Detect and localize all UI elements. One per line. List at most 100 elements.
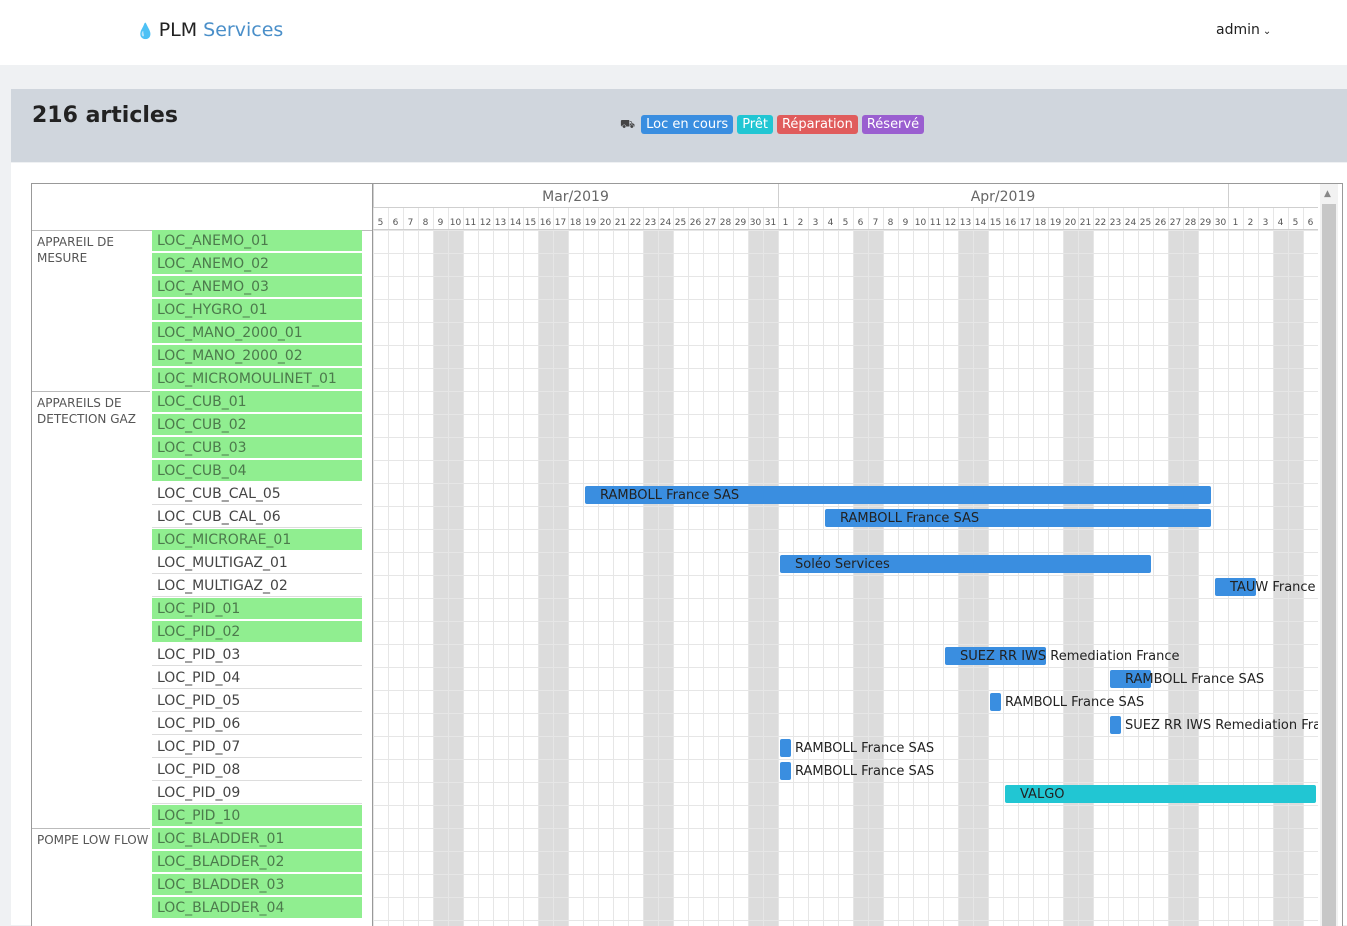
day-tick-label: 29	[735, 218, 747, 228]
day-tick-label: 2	[1248, 218, 1254, 228]
resource-row[interactable]: LOC_MICROMOULINET_01	[152, 368, 362, 390]
resource-row[interactable]: LOC_BLADDER_02	[152, 851, 362, 873]
day-tick-label: 27	[705, 218, 716, 228]
booking-label[interactable]: Soléo Services	[795, 557, 890, 572]
booking-label[interactable]: TAUW France	[1229, 580, 1316, 595]
article-count: 216 articles	[32, 103, 178, 128]
resource-row[interactable]: LOC_BLADDER_04	[152, 897, 362, 919]
header-panel: 216 articles ⛟ Loc en cours Prêt Réparat…	[11, 89, 1347, 162]
category-label: APPAREILS DE DETECTION GAZ	[32, 391, 150, 828]
weekend-column	[434, 230, 448, 926]
day-tick-label: 11	[930, 218, 941, 228]
resource-row[interactable]: LOC_PID_10	[152, 805, 362, 827]
resource-row[interactable]: LOC_BLADDER_01	[152, 828, 362, 850]
resource-row[interactable]: LOC_PID_07	[152, 736, 362, 758]
day-tick-label: 30	[750, 218, 762, 228]
day-tick-label: 1	[783, 218, 789, 228]
resource-row[interactable]: LOC_CUB_04	[152, 460, 362, 482]
day-tick-label: 22	[630, 218, 641, 228]
category-label: APPAREIL DE MESURE	[32, 230, 150, 391]
legend-badge-reparation[interactable]: Réparation	[776, 115, 858, 134]
vertical-scrollbar[interactable]: ▲	[1320, 184, 1338, 926]
day-tick-label: 21	[1080, 218, 1091, 228]
legend-badge-pret[interactable]: Prêt	[737, 115, 773, 134]
booking-label[interactable]: VALGO	[1020, 787, 1065, 802]
day-tick-label: 19	[585, 218, 597, 228]
day-tick-label: 27	[1170, 218, 1181, 228]
booking-label[interactable]: SUEZ RR IWS Remediation France	[1125, 718, 1318, 733]
booking-label[interactable]: RAMBOLL France SAS	[795, 764, 934, 779]
day-tick-label: 6	[1308, 218, 1314, 228]
day-tick-label: 31	[765, 218, 776, 228]
booking-label[interactable]: RAMBOLL France SAS	[600, 488, 739, 503]
legend-badge-loc-en-cours[interactable]: Loc en cours	[641, 115, 734, 134]
resource-row[interactable]: LOC_PID_04	[152, 667, 362, 689]
month-label: Mar/2019	[542, 189, 609, 205]
resource-row[interactable]: LOC_ANEMO_01	[152, 230, 362, 252]
booking-bar[interactable]	[990, 693, 1001, 711]
resource-row[interactable]: LOC_BLADDER_03	[152, 874, 362, 896]
status-legend: ⛟ Loc en cours Prêt Réparation Réservé	[620, 115, 925, 134]
resource-row[interactable]: LOC_PID_09	[152, 782, 362, 804]
day-tick-label: 20	[600, 218, 612, 228]
resource-row[interactable]: LOC_PID_05	[152, 690, 362, 712]
weekend-column	[1184, 230, 1198, 926]
resource-row[interactable]: LOC_CUB_CAL_05	[152, 483, 362, 505]
booking-bar[interactable]	[1110, 716, 1121, 734]
resource-row[interactable]: LOC_CUB_03	[152, 437, 362, 459]
resource-row[interactable]: LOC_CUB_CAL_06	[152, 506, 362, 528]
resource-row[interactable]: LOC_MANO_2000_02	[152, 345, 362, 367]
day-tick-label: 15	[990, 218, 1001, 228]
scroll-up-icon[interactable]: ▲	[1324, 189, 1331, 199]
brand-second: Services	[203, 19, 284, 41]
booking-bar[interactable]	[780, 739, 791, 757]
resource-row[interactable]: LOC_MANO_2000_01	[152, 322, 362, 344]
day-tick-label: 2	[798, 218, 804, 228]
booking-label[interactable]: RAMBOLL France SAS	[1125, 672, 1264, 687]
booking-label[interactable]: RAMBOLL France SAS	[1005, 695, 1144, 710]
weekend-column	[449, 230, 463, 926]
booking-label[interactable]: RAMBOLL France SAS	[840, 511, 979, 526]
resource-row[interactable]: LOC_MICRORAE_01	[152, 529, 362, 551]
day-tick-label: 20	[1065, 218, 1077, 228]
resource-row[interactable]: LOC_PID_02	[152, 621, 362, 643]
weekend-column	[539, 230, 553, 926]
brand-logo[interactable]: 💧 PLM Services	[136, 19, 283, 41]
day-tick-label: 26	[1155, 218, 1167, 228]
resource-row[interactable]: LOC_MULTIGAZ_01	[152, 552, 362, 574]
day-tick-label: 23	[1110, 218, 1121, 228]
day-tick-label: 14	[975, 218, 987, 228]
chevron-down-icon: ⌄	[1262, 26, 1272, 37]
gantt-card: APPAREIL DE MESURE APPAREILS DE DETECTION…	[11, 163, 1347, 926]
day-tick-label: 4	[828, 218, 834, 228]
resource-row[interactable]: LOC_ANEMO_03	[152, 276, 362, 298]
legend-badge-reserve[interactable]: Réservé	[861, 115, 925, 134]
booking-bar[interactable]	[780, 762, 791, 780]
user-menu[interactable]: admin ⌄	[1216, 22, 1271, 38]
resource-row[interactable]: LOC_PID_08	[152, 759, 362, 781]
resource-row[interactable]: LOC_PID_01	[152, 598, 362, 620]
resource-row[interactable]: LOC_ANEMO_02	[152, 253, 362, 275]
weekend-column	[974, 230, 988, 926]
day-tick-label: 8	[888, 218, 894, 228]
booking-label[interactable]: SUEZ RR IWS Remediation France	[960, 649, 1180, 664]
resource-row[interactable]: LOC_CUB_02	[152, 414, 362, 436]
day-tick-label: 22	[1095, 218, 1106, 228]
resource-row[interactable]: LOC_HYGRO_01	[152, 299, 362, 321]
weekend-column	[749, 230, 763, 926]
day-tick-label: 1	[1233, 218, 1239, 228]
day-tick-label: 3	[813, 218, 819, 228]
resource-row[interactable]: LOC_CUB_01	[152, 391, 362, 413]
weekend-column	[1289, 230, 1303, 926]
scrollbar-thumb[interactable]	[1322, 204, 1336, 926]
day-tick-label: 13	[960, 218, 971, 228]
day-tick-label: 8	[423, 218, 429, 228]
resource-row[interactable]: LOC_MULTIGAZ_02	[152, 575, 362, 597]
resource-row[interactable]: LOC_PID_06	[152, 713, 362, 735]
user-name: admin	[1216, 22, 1260, 38]
weekend-column	[764, 230, 778, 926]
booking-label[interactable]: RAMBOLL France SAS	[795, 741, 934, 756]
resource-row[interactable]: LOC_PID_03	[152, 644, 362, 666]
day-tick-label: 14	[510, 218, 522, 228]
day-tick-label: 6	[858, 218, 864, 228]
